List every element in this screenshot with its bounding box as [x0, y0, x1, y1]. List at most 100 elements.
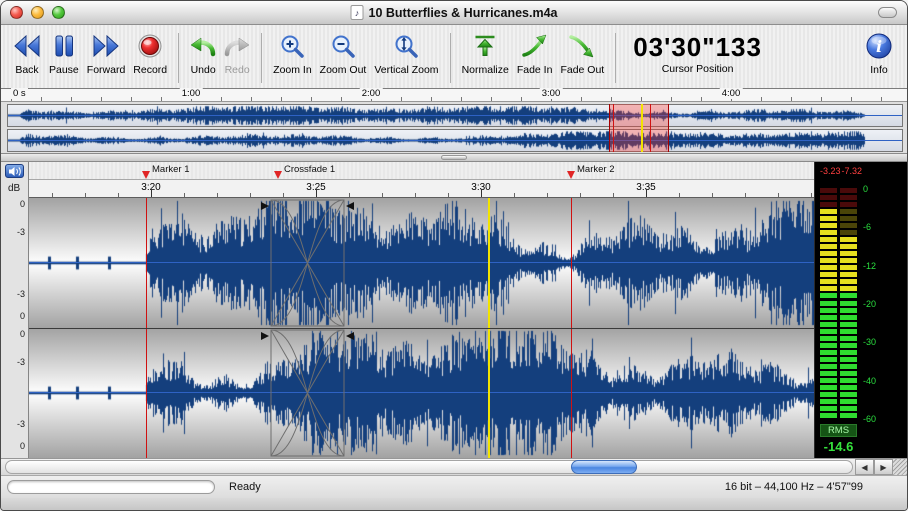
meter-segment — [820, 308, 837, 313]
window-controls — [10, 6, 65, 19]
fade-out-button[interactable]: Fade Out — [556, 31, 608, 76]
pane-splitter[interactable] — [1, 154, 907, 162]
splitter-grip[interactable] — [441, 155, 467, 160]
marker-row[interactable]: Marker 1Crossfade 1Marker 2 — [29, 162, 814, 180]
fade-handle-left-icon[interactable] — [261, 202, 269, 210]
status-text: Ready — [229, 481, 261, 493]
meter-segment — [840, 392, 857, 397]
meter-scale-label: -20 — [863, 299, 876, 309]
rms-label: RMS — [820, 424, 857, 437]
db-scale-value: 0 — [20, 311, 25, 321]
time-ruler-tick — [481, 190, 482, 197]
meter-segment — [820, 237, 837, 242]
forward-icon — [92, 31, 120, 61]
scroll-right-arrow[interactable]: ▶ — [874, 459, 893, 475]
fade-handle-right-icon[interactable] — [346, 332, 354, 340]
overview-waveform-right[interactable] — [7, 129, 903, 152]
meter-segment — [840, 251, 857, 256]
overview-waveform-left[interactable] — [7, 104, 903, 127]
window-title: ♪ 10 Butterflies & Hurricanes.m4a — [351, 5, 558, 20]
db-scale-value: -3 — [17, 419, 25, 429]
meter-segment — [840, 343, 857, 348]
forward-button[interactable]: Forward — [83, 31, 130, 76]
meter-segment — [820, 244, 837, 249]
marker-flag[interactable] — [567, 171, 575, 179]
pause-button[interactable]: Pause — [45, 31, 83, 76]
meter-segment — [840, 315, 857, 320]
meter-segment — [820, 413, 837, 418]
channels-area[interactable] — [29, 198, 814, 458]
meter-segment — [840, 265, 857, 270]
titlebar: ♪ 10 Butterflies & Hurricanes.m4a — [1, 1, 907, 25]
zoom-out-icon — [330, 31, 356, 61]
time-ruler-tick — [316, 190, 317, 197]
undo-button[interactable]: Undo — [186, 31, 220, 76]
meter-segment — [820, 350, 837, 355]
cursor-position-value: 03'30"133 — [633, 31, 762, 63]
overview-strips[interactable] — [1, 102, 907, 154]
peak-right-value: -7.32 — [841, 166, 862, 176]
db-scale-value: -3 — [17, 357, 25, 367]
editor-main: Marker 1Crossfade 1Marker 2 3:203:253:30… — [29, 162, 814, 458]
vertical-zoom-button[interactable]: Vertical Zoom — [370, 31, 442, 76]
meter-segment — [840, 230, 857, 235]
meter-segment — [840, 413, 857, 418]
meter-segment — [820, 272, 837, 277]
time-ruler-tick — [646, 190, 647, 197]
meter-scale-label: -40 — [863, 376, 876, 386]
overview-ruler[interactable]: 0 s1:002:003:004:00 — [1, 89, 907, 102]
fade-in-icon — [522, 31, 548, 61]
meter-segment — [820, 209, 837, 214]
close-button[interactable] — [10, 6, 23, 19]
back-button[interactable]: Back — [9, 31, 45, 76]
normalize-button[interactable]: Normalize — [458, 31, 513, 76]
meter-segment — [840, 399, 857, 404]
scroll-left-arrow[interactable]: ◀ — [855, 459, 874, 475]
db-scale-value: 0 — [20, 199, 25, 209]
minimize-button[interactable] — [31, 6, 44, 19]
record-button[interactable]: Record — [129, 31, 171, 76]
meter-segment — [840, 237, 857, 242]
peak-readouts: -3.23 -7.32 — [820, 166, 862, 176]
marker-flag[interactable] — [142, 171, 150, 179]
info-button[interactable]: i Info — [861, 31, 897, 76]
fade-handle-left-icon[interactable] — [261, 332, 269, 340]
overview-marker-line — [650, 104, 651, 152]
meter-segment — [820, 202, 837, 207]
scrollbar-track[interactable] — [5, 460, 853, 474]
scrollbar-thumb[interactable] — [571, 460, 637, 474]
toolbar: Back Pause Forward — [1, 25, 907, 89]
channel-divider — [29, 328, 814, 329]
toolbar-separator — [615, 33, 616, 83]
back-icon — [13, 31, 41, 61]
meter-segment — [820, 378, 837, 383]
meter-segment — [820, 216, 837, 221]
toolbar-toggle-button[interactable] — [878, 7, 897, 18]
meter-segment — [840, 308, 857, 313]
resize-grip[interactable] — [893, 459, 907, 475]
speaker-icon[interactable] — [5, 164, 24, 178]
time-ruler[interactable]: 3:203:253:303:35 — [29, 180, 814, 198]
meter-segment — [840, 364, 857, 369]
meter-segment — [840, 385, 857, 390]
toolbar-separator — [261, 33, 262, 83]
zoom-out-button[interactable]: Zoom Out — [316, 31, 371, 76]
overview-center-line — [8, 140, 902, 141]
overview-marker-line — [613, 104, 614, 152]
fade-in-button[interactable]: Fade In — [513, 31, 557, 76]
meter-segment — [840, 293, 857, 298]
marker-flag[interactable] — [274, 171, 282, 179]
overview-selection[interactable] — [609, 104, 669, 152]
meter-scale-label: 0 — [863, 184, 868, 194]
redo-button[interactable]: Redo — [220, 31, 254, 76]
meter-segment — [840, 336, 857, 341]
meter-segment — [820, 258, 837, 263]
zoom-in-button[interactable]: Zoom In — [269, 31, 316, 76]
fade-handle-right-icon[interactable] — [346, 202, 354, 210]
time-ruler-tick — [151, 190, 152, 197]
meter-segment — [840, 279, 857, 284]
meter-segment — [840, 209, 857, 214]
zoom-button[interactable] — [52, 6, 65, 19]
window-bottom-edge — [1, 498, 907, 510]
meter-segment — [840, 371, 857, 376]
